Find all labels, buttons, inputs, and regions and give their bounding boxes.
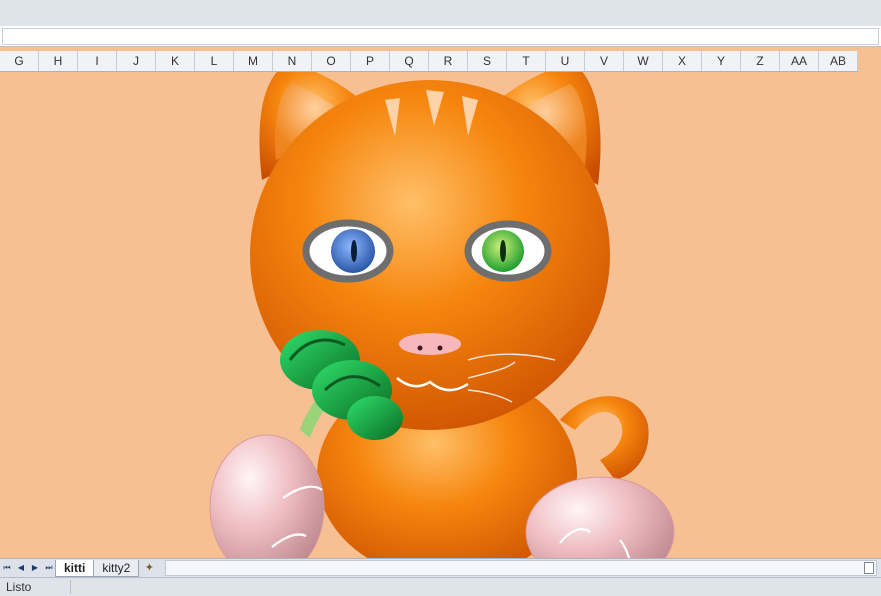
column-header[interactable]: M <box>234 51 273 71</box>
column-header[interactable]: S <box>468 51 507 71</box>
column-header[interactable]: I <box>78 51 117 71</box>
sheet-tab-kitti[interactable]: kitti <box>55 559 95 577</box>
column-header[interactable]: J <box>117 51 156 71</box>
column-header[interactable]: R <box>429 51 468 71</box>
column-header[interactable]: X <box>663 51 702 71</box>
worksheet-area[interactable] <box>0 72 881 558</box>
sheet-tab-kitty2[interactable]: kitty2 <box>93 559 140 577</box>
first-sheet-icon[interactable]: ⏮ <box>0 561 14 575</box>
column-header[interactable]: P <box>351 51 390 71</box>
formula-bar <box>0 26 881 47</box>
column-header[interactable]: V <box>585 51 624 71</box>
nostril-left <box>417 345 423 351</box>
column-header[interactable]: AB <box>819 51 858 71</box>
next-sheet-icon[interactable]: ▶ <box>28 561 42 575</box>
status-separator <box>70 580 71 594</box>
column-header[interactable]: Y <box>702 51 741 71</box>
column-header[interactable]: T <box>507 51 546 71</box>
prev-sheet-icon[interactable]: ◀ <box>14 561 28 575</box>
column-header[interactable]: Q <box>390 51 429 71</box>
column-header[interactable]: H <box>39 51 78 71</box>
scrollbar-thumb[interactable] <box>864 562 874 574</box>
sheet-tab-bar: ⏮ ◀ ▶ ⏭ kitti kitty2 ✦ <box>0 558 881 577</box>
column-header[interactable]: AA <box>780 51 819 71</box>
column-headers: G H I J K L M N O P Q R S T U V W X Y Z AA AB <box>0 51 858 72</box>
nostril-right <box>437 345 443 351</box>
cat-picture[interactable] <box>0 72 881 558</box>
ribbon-area <box>0 0 881 27</box>
column-header[interactable]: N <box>273 51 312 71</box>
status-text: Listo <box>6 580 32 594</box>
last-sheet-icon[interactable]: ⏭ <box>42 561 56 575</box>
column-header[interactable]: G <box>0 51 39 71</box>
column-header[interactable]: Z <box>741 51 780 71</box>
right-pupil <box>500 240 506 262</box>
column-header[interactable]: L <box>195 51 234 71</box>
column-header[interactable]: U <box>546 51 585 71</box>
formula-input[interactable] <box>2 28 879 45</box>
left-paw <box>209 434 325 558</box>
column-header[interactable]: K <box>156 51 195 71</box>
status-bar: Listo <box>0 577 881 596</box>
insert-sheet-icon[interactable]: ✦ <box>139 560 159 576</box>
nose <box>399 333 461 355</box>
left-pupil <box>351 240 357 262</box>
column-header[interactable]: W <box>624 51 663 71</box>
column-header[interactable]: O <box>312 51 351 71</box>
horizontal-scrollbar[interactable] <box>165 560 877 576</box>
